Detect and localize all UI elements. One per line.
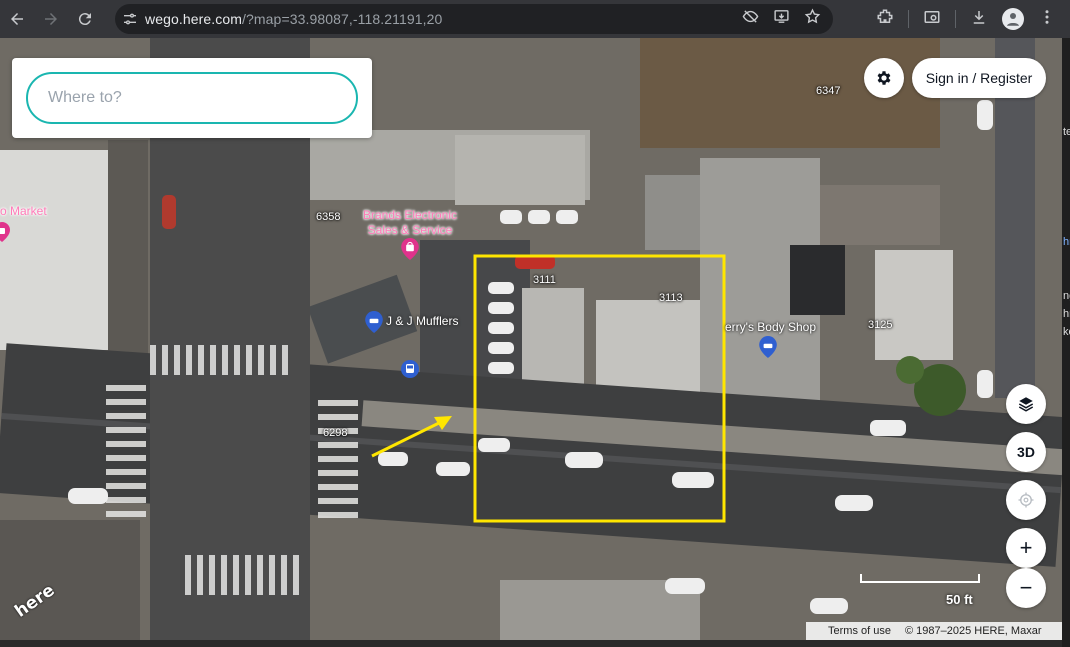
poi-brands-line2: Sales & Service [367, 223, 453, 237]
shopping-bag-pin-icon[interactable] [401, 238, 419, 260]
address-label: 3125 [868, 319, 893, 331]
url-text: wego.here.com/?map=33.98087,-118.21191,2… [145, 11, 442, 27]
edge-text-fragment: ng [1063, 290, 1070, 302]
zoom-in-button[interactable]: + [1006, 528, 1046, 568]
download-icon[interactable] [970, 8, 988, 31]
edge-text-fragment: ke [1063, 326, 1070, 338]
scale-label: 50 ft [946, 592, 973, 607]
profile-avatar-icon[interactable] [1002, 8, 1024, 30]
edge-text-fragment: te [1063, 126, 1070, 138]
car-repair-pin-icon[interactable] [759, 336, 777, 358]
url-path: /?map=33.98087,-118.21191,20 [242, 11, 443, 27]
address-bar[interactable]: wego.here.com/?map=33.98087,-118.21191,2… [115, 4, 833, 34]
address-label: 3111 [533, 274, 556, 286]
gear-icon [877, 71, 891, 85]
forward-icon[interactable] [34, 0, 68, 38]
poi-market-label[interactable]: o Market [0, 204, 47, 219]
edge-text-fragment: hn [1063, 236, 1070, 248]
layers-button[interactable] [1006, 384, 1046, 424]
reload-icon[interactable] [68, 0, 102, 38]
poi-mufflers-label[interactable]: J & J Mufflers [386, 314, 458, 328]
terms-of-use-link[interactable]: Terms of use [828, 625, 891, 637]
layers-icon [1018, 397, 1034, 412]
poi-brands-line1: Brands Electronic [362, 208, 458, 222]
back-icon[interactable] [0, 0, 34, 38]
poi-brands-electronic-label[interactable]: Brands Electronic Sales & Service [360, 208, 460, 238]
crosshair-icon [1018, 492, 1034, 508]
bookmark-star-icon[interactable] [804, 8, 821, 30]
sign-in-register-button[interactable]: Sign in / Register [912, 58, 1046, 98]
menu-kebab-icon[interactable] [1038, 8, 1056, 31]
map-attribution: Terms of use © 1987–2025 HERE, Maxar [806, 622, 1062, 640]
url-host: wego.here.com [145, 11, 243, 27]
toolbar-divider [908, 10, 909, 28]
settings-button[interactable] [864, 58, 904, 98]
eye-off-icon[interactable] [742, 8, 759, 30]
address-label: 6358 [316, 211, 341, 223]
locate-me-button[interactable] [1006, 480, 1046, 520]
copyright-text: © 1987–2025 HERE, Maxar [904, 625, 1042, 637]
shopping-pin-icon[interactable] [0, 222, 10, 242]
address-label: 6298 [323, 427, 348, 439]
tab-search-icon[interactable] [923, 8, 941, 31]
poi-body-shop-label[interactable]: erry's Body Shop [725, 320, 816, 334]
edge-text-fragment: hn [1063, 308, 1070, 320]
zoom-out-button[interactable]: − [1006, 568, 1046, 608]
page-bottom-strip [0, 640, 1062, 647]
address-label: 6347 [816, 85, 841, 97]
scale-bar [860, 574, 980, 583]
toolbar-divider [955, 10, 956, 28]
search-input[interactable] [26, 72, 358, 124]
browser-toolbar: wego.here.com/?map=33.98087,-118.21191,2… [0, 0, 1070, 38]
site-info-icon[interactable] [115, 11, 145, 27]
search-panel [12, 58, 372, 138]
address-label: 3113 [659, 292, 683, 304]
toggle-3d-button[interactable]: 3D [1006, 432, 1046, 472]
install-app-icon[interactable] [773, 8, 790, 30]
extensions-icon[interactable] [876, 8, 894, 31]
bus-stop-icon[interactable] [401, 360, 419, 378]
car-service-pin-icon[interactable] [365, 311, 383, 333]
